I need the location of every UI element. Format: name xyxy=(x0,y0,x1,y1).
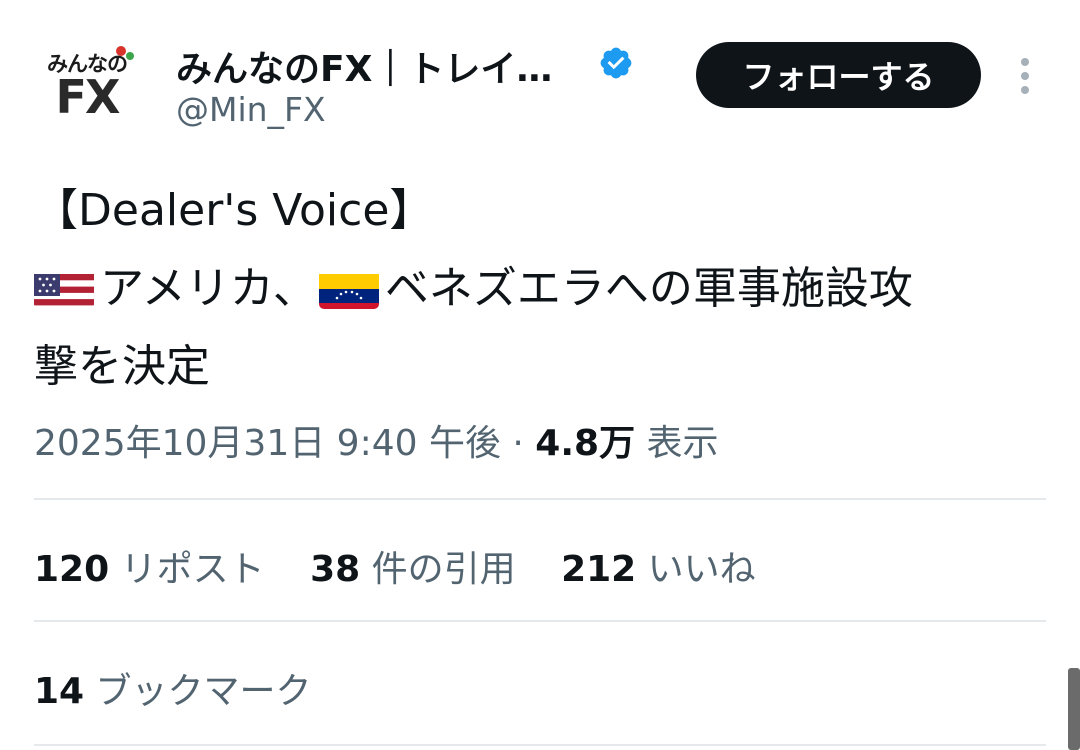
tweet-line-3: 撃を決定 xyxy=(34,341,210,392)
bookmarks-stat[interactable]: 14 ブックマーク xyxy=(34,662,312,714)
likes-label: いいね xyxy=(636,549,756,590)
avatar-logo-fx: FX xyxy=(55,70,121,124)
tweet-line-2: アメリカ、 ベネズエラへの軍事施設攻 xyxy=(34,250,1044,328)
tweet-line-1: 【Dealer's Voice】 xyxy=(34,185,434,236)
user-handle[interactable]: @Min_FX xyxy=(176,90,326,129)
divider xyxy=(34,620,1046,622)
bookmarks-label: ブックマーク xyxy=(84,671,312,712)
scrollbar[interactable] xyxy=(1068,668,1080,750)
tweet-meta: 2025年10月31日 9:40 午後 · 4.8万 表示 xyxy=(34,414,719,466)
display-name[interactable]: みんなのFX｜トレイ… xyxy=(176,40,552,92)
bookmarks-count: 14 xyxy=(34,671,85,712)
reposts-label: リポスト xyxy=(109,549,265,590)
tweet-line-2-text-a: アメリカ、 xyxy=(100,263,317,314)
reposts-count: 120 xyxy=(34,549,110,590)
quotes-count: 38 xyxy=(310,549,361,590)
quotes-stat[interactable]: 38 件の引用 xyxy=(310,540,516,592)
avatar[interactable]: みんなの FX xyxy=(32,38,142,130)
reposts-stat[interactable]: 120 リポスト xyxy=(34,540,265,592)
follow-button[interactable]: フォローする xyxy=(696,42,981,108)
avatar-dot-green xyxy=(126,52,134,60)
views-label: 表示 xyxy=(635,423,719,464)
more-menu-icon[interactable] xyxy=(1008,56,1042,96)
tweet-line-2-text-b: ベネズエラへの軍事施設攻 xyxy=(384,263,913,314)
us-flag-icon xyxy=(34,265,94,309)
divider xyxy=(34,498,1046,500)
views-count: 4.8万 xyxy=(535,423,636,464)
venezuela-flag-icon xyxy=(318,265,379,309)
likes-count: 212 xyxy=(561,549,637,590)
avatar-dot-red xyxy=(116,46,126,56)
verified-badge-icon xyxy=(600,47,632,79)
quotes-label: 件の引用 xyxy=(360,549,516,590)
tweet-timestamp[interactable]: 2025年10月31日 9:40 午後 · xyxy=(34,423,535,464)
tweet-text: 【Dealer's Voice】 アメリカ、 ベネズエラへの軍事施設攻 撃を決定 xyxy=(34,172,1044,406)
likes-stat[interactable]: 212 いいね xyxy=(561,540,756,592)
engagement-stats: 120 リポスト 38 件の引用 212 いいね xyxy=(34,540,790,592)
divider xyxy=(34,744,1046,746)
